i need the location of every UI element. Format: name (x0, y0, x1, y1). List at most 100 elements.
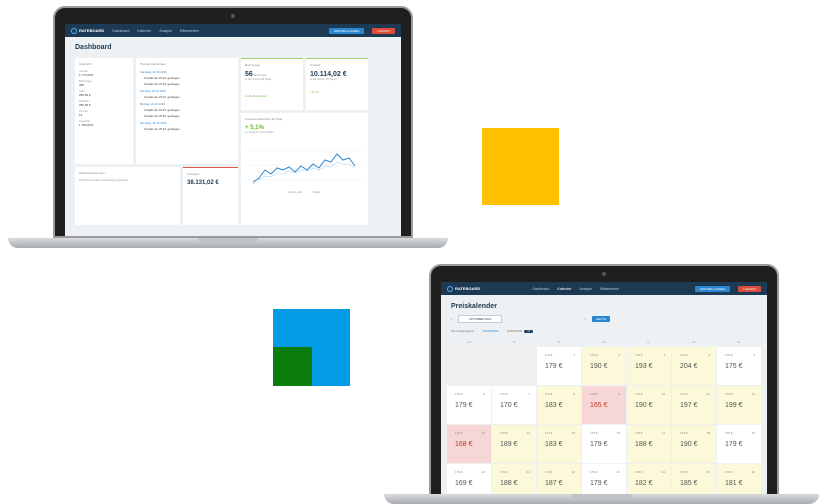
base-price: 179 € (725, 431, 733, 435)
recommendation-item[interactable]: Umsatz am 24.10. gestiegen (140, 108, 234, 112)
base-price: 179 € (545, 353, 553, 357)
nav-item-competitors[interactable]: Mitbewerber (600, 287, 619, 291)
calendar-day-cell[interactable]: 179 € 26 181 € (717, 464, 761, 498)
calendar-day-cell[interactable]: 179 € 9 165 € (582, 386, 626, 424)
logo[interactable]: RATEBOARD (71, 27, 104, 34)
summary-value: 365 (79, 83, 85, 87)
today-button[interactable]: HEUTE (591, 316, 611, 322)
summary-value: 250,00 € (79, 103, 91, 107)
recommended-price: 189 € (500, 441, 518, 448)
day-number: 26 (751, 470, 755, 474)
logo-icon (447, 285, 453, 292)
calendar-day-cell[interactable]: 179 € 3 193 € (627, 347, 671, 385)
nav-item-calendar[interactable]: Kalender (557, 287, 571, 291)
calendar-day-cell[interactable]: 179 € 4 204 € (672, 347, 716, 385)
nav-item-competitors[interactable]: Mitbewerber (180, 29, 199, 33)
base-price: 179 € (545, 392, 553, 396)
recommended-price: 197 € (680, 402, 698, 409)
calendar-day-cell[interactable]: 179 € 18 190 € (672, 425, 716, 463)
trend-line-chart (245, 149, 363, 185)
calendar-day-cell[interactable]: 179 € 6 179 € (447, 386, 491, 424)
day-number: 17 (661, 431, 665, 435)
calendar-day-cell[interactable]: 179 € 13 168 € (447, 425, 491, 463)
day-number: 10 (661, 392, 665, 396)
calendar-day-cell[interactable]: 179 € 10 190 € (627, 386, 671, 424)
logout-button[interactable]: LOGOUT (738, 285, 762, 292)
base-price: 179 € (590, 392, 598, 396)
base-price: 179 € (500, 392, 508, 396)
summary-card: Übersicht Umsatz 1.774,00 € Buchungen 365 AD… (75, 58, 133, 164)
recommended-price: 170 € (500, 402, 518, 409)
day-number: 11 (706, 392, 710, 396)
tab-superior[interactable]: SUPERIOR 12 (507, 329, 534, 333)
recommended-price: 188 € (635, 441, 653, 448)
calendar-day-cell[interactable]: 179 € 12 199 € (717, 386, 761, 424)
base-price: 179 € (545, 470, 553, 474)
recommendation-item[interactable]: Umsatz am 25.10. gestiegen (140, 127, 234, 131)
calendar-day-cell[interactable]: 179 € 15 183 € (537, 425, 581, 463)
logo[interactable]: RATEBOARD (447, 285, 480, 292)
laptop-base (8, 238, 448, 248)
calendar-day-cell[interactable]: 179 € 16 179 € (582, 425, 626, 463)
day-number: 24 (661, 470, 665, 474)
recommended-price: 179 € (590, 441, 608, 448)
forecast-value: 38.131,02 € (187, 180, 219, 186)
calendar-day-cell[interactable]: 179 € 11 197 € (672, 386, 716, 424)
calendar-day-cell[interactable]: 179 € 8 183 € (537, 386, 581, 424)
recommended-price: 179 € (590, 480, 608, 487)
weekday-label: Di (512, 340, 516, 344)
recommended-price: 179 € (455, 402, 473, 409)
tab-standard[interactable]: STANDARD (482, 329, 498, 333)
nav-item-dashboard[interactable]: Dashboard (112, 29, 129, 33)
recommendation-date: Samstag, 22.10.2016 (140, 70, 167, 74)
nav-item-dashboard[interactable]: Dashboard (532, 287, 549, 291)
calendar-day-cell[interactable]: 179 € 25 185 € (672, 464, 716, 498)
calendar-day-cell[interactable]: 179 € 7 170 € (492, 386, 536, 424)
summary-value: 250,00 € (79, 93, 91, 97)
recommendation-item[interactable]: Umsatz am 25.10. gestiegen (140, 114, 234, 118)
logout-button[interactable]: LOGOUT (372, 27, 395, 34)
calendar-day-cell[interactable]: 179 € 24 182 € (627, 464, 671, 498)
day-number: 7 (528, 392, 530, 396)
settings-button[interactable]: EINSTELLUNGEN (695, 285, 731, 292)
base-price: 179 € (635, 353, 643, 357)
base-price: 179 € (590, 353, 598, 357)
bookings-link[interactable]: zu den Buchungen (245, 95, 299, 98)
base-price: 179 € (725, 470, 733, 474)
series-this-year (252, 153, 356, 183)
calendar-day-cell[interactable]: 179 € 23 179 € (582, 464, 626, 498)
day-number: 12 (751, 392, 755, 396)
recommendation-item[interactable]: Umsatz am 22.10. gestiegen (140, 76, 234, 80)
weekday-label: So (736, 340, 741, 344)
weekday-label: Fr (647, 340, 651, 344)
bookings-value: 56 (245, 71, 253, 78)
nav-item-calendar[interactable]: Kalender (137, 29, 151, 33)
calendar-day-cell[interactable]: 179 € 14 189 € (492, 425, 536, 463)
calendar-day-cell[interactable]: 179 € 22 187 € (537, 464, 581, 498)
recommendation-item[interactable]: Umsatz am 23.10. gestiegen (140, 95, 234, 99)
month-select[interactable]: OKTOBER 2016 (458, 315, 503, 323)
info-card: Ratenanpassungen Die Preise wurden autom… (75, 167, 180, 225)
calendar-day-cell[interactable]: 179 € 2 190 € (582, 347, 626, 385)
settings-button[interactable]: EINSTELLUNGEN (329, 27, 365, 34)
recommended-price: 179 € (545, 363, 563, 370)
calendar-day-cell[interactable]: 179 € 1 179 € (537, 347, 581, 385)
day-number: 4 (708, 353, 710, 357)
top-nav: RATEBOARD Dashboard Kalender Analyse Mit… (441, 282, 767, 295)
calendar-grid: 179 € 1 179 € 179 € 2 190 € 179 € 3 193 € 179 € 4 2… (441, 347, 767, 498)
calendar-day-cell[interactable]: 179 € 5 175 € (717, 347, 761, 385)
calendar-day-cell[interactable]: 179 € 20 169 € (447, 464, 491, 498)
dashboard-screen: RATEBOARD Dashboard Kalender Analyse Mit… (65, 24, 401, 236)
summary-row: ADR 250,00 € (79, 90, 129, 97)
nav-item-analysis[interactable]: Analyse (579, 287, 591, 291)
chevron-left-icon[interactable]: ‹ (451, 317, 452, 321)
base-price: 179 € (455, 392, 463, 396)
recommendation-item[interactable]: Umsatz am 23.10. gestiegen (140, 82, 234, 86)
calendar-day-cell[interactable]: 179 € 17 188 € (627, 425, 671, 463)
recommended-price: 193 € (635, 363, 653, 370)
chevron-right-icon[interactable]: › (585, 317, 586, 321)
recommended-price: 190 € (590, 363, 608, 370)
nav-item-analysis[interactable]: Analyse (159, 29, 171, 33)
calendar-day-cell[interactable]: 179 € 21 188 € (492, 464, 536, 498)
calendar-day-cell[interactable]: 179 € 19 179 € (717, 425, 761, 463)
